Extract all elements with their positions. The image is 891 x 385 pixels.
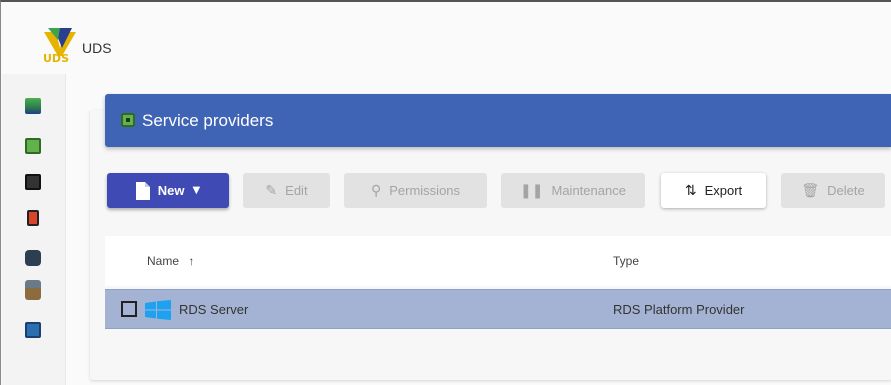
delete-button-label: Delete — [827, 183, 865, 198]
edit-button[interactable]: ✎ Edit — [243, 173, 330, 208]
row-checkbox[interactable] — [121, 301, 137, 317]
panel-header: Service providers — [105, 94, 891, 147]
row-name: RDS Server — [179, 302, 249, 317]
caret-down-icon: ▼ — [192, 184, 201, 196]
service-providers-icon[interactable] — [25, 138, 41, 154]
export-arrows-icon: ⇅ — [684, 182, 697, 199]
permissions-button[interactable]: ⚲ Permissions — [344, 173, 487, 208]
export-button[interactable]: ⇅ Export — [661, 173, 766, 208]
new-button[interactable]: New ▼ — [107, 173, 229, 208]
pause-icon: ❚❚ — [520, 182, 544, 199]
column-name-label: Name — [147, 254, 180, 268]
table-empty-area — [105, 329, 891, 369]
logo-text: UDS — [43, 52, 69, 65]
maintenance-button[interactable]: ❚❚ Maintenance — [501, 173, 645, 208]
panel-title: Service providers — [142, 111, 274, 130]
person-icon: ⚲ — [370, 182, 382, 199]
export-button-label: Export — [704, 183, 743, 198]
new-button-label: New — [157, 183, 185, 198]
permissions-button-label: Permissions — [389, 183, 461, 198]
table-row[interactable]: RDS Server RDS Platform Provider — [105, 289, 891, 329]
sort-ascending-icon: ↑ — [188, 254, 195, 268]
top-bar: UDS UDS — [2, 4, 891, 74]
os-managers-icon[interactable] — [27, 210, 39, 226]
connectivity-icon[interactable] — [25, 250, 41, 266]
table-header: Name ↑ Type — [105, 236, 891, 286]
edit-button-label: Edit — [285, 183, 308, 198]
delete-button[interactable]: 🗑 Delete — [781, 173, 885, 208]
service-providers-icon — [121, 113, 135, 127]
windows-icon — [145, 300, 171, 320]
dashboard-icon[interactable] — [25, 98, 41, 114]
calendars-icon[interactable] — [25, 322, 41, 338]
sidebar — [2, 74, 66, 385]
app-title: UDS — [82, 40, 112, 56]
row-type: RDS Platform Provider — [613, 302, 745, 317]
pencil-icon: ✎ — [265, 182, 278, 199]
trash-icon: 🗑 — [801, 182, 820, 199]
new-file-icon — [135, 181, 150, 200]
column-header-type[interactable]: Type — [613, 254, 639, 268]
authenticators-icon[interactable] — [25, 174, 41, 190]
column-header-name[interactable]: Name ↑ — [147, 254, 194, 268]
maintenance-button-label: Maintenance — [551, 183, 626, 198]
pools-icon[interactable] — [25, 280, 41, 300]
app-window: UDS UDS Service providers New ▼ ✎ Edit ⚲… — [0, 0, 891, 385]
